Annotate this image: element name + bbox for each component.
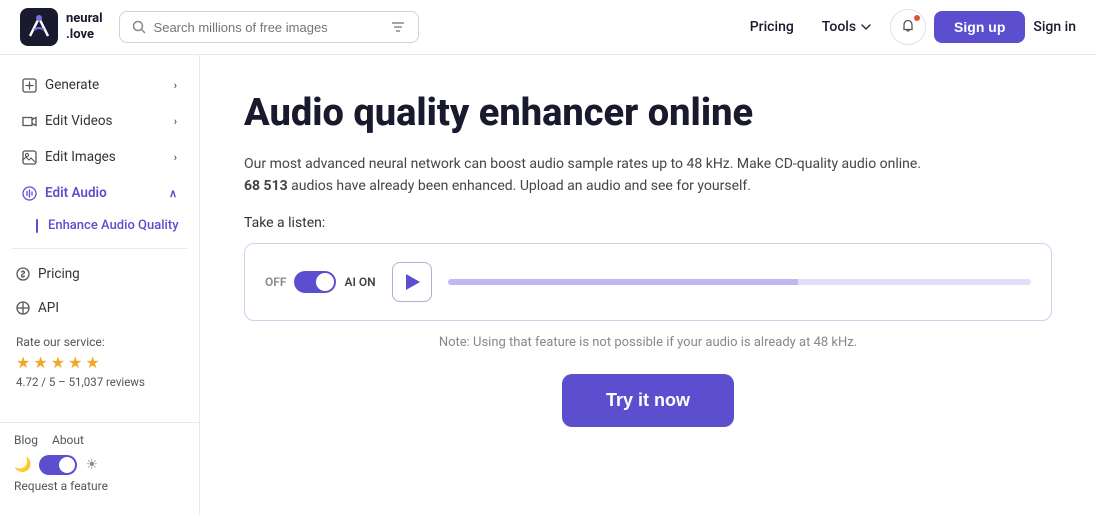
api-icon [16, 301, 30, 315]
rate-label: Rate our service: [16, 335, 183, 349]
top-nav: neural.love Pricing Tools [0, 0, 1096, 55]
logo[interactable]: neural.love [20, 8, 103, 46]
signup-button[interactable]: Sign up [934, 11, 1025, 43]
sidebar-item-pricing[interactable]: Pricing [0, 257, 199, 291]
sidebar-item-edit-audio[interactable]: Edit Audio ∧ [6, 176, 193, 210]
sidebar-item-api[interactable]: API [0, 291, 199, 325]
page-description: Our most advanced neural network can boo… [244, 153, 1004, 198]
star-rating: ★ ★ ★ ★ ★ [16, 353, 183, 372]
sidebar-item-generate[interactable]: Generate › [6, 68, 193, 102]
audio-icon [22, 186, 37, 201]
sidebar-item-edit-videos[interactable]: Edit Videos › [6, 104, 193, 138]
chevron-icon: › [174, 115, 177, 128]
toggle-knob [316, 273, 334, 291]
moon-icon: 🌙 [14, 457, 31, 473]
sun-icon: ☀ [85, 457, 98, 473]
notifications-button[interactable] [890, 9, 926, 45]
chevron-icon: › [174, 79, 177, 92]
sidebar-item-edit-images[interactable]: Edit Images › [6, 140, 193, 174]
chevron-down-icon [860, 21, 872, 33]
video-icon [22, 114, 37, 129]
about-link[interactable]: About [52, 433, 84, 447]
sidebar-divider [12, 248, 187, 249]
search-bar [119, 11, 419, 43]
audio-waveform [448, 279, 1031, 285]
nav-right: Pricing Tools Sign up Sign in [740, 9, 1076, 45]
toggle-knob [59, 457, 75, 473]
off-label: OFF [265, 275, 286, 289]
bell-icon [900, 19, 916, 35]
theme-controls: 🌙 ☀ [14, 455, 185, 475]
nav-tools[interactable]: Tools [812, 13, 882, 41]
image-icon [22, 150, 37, 165]
chevron-down-icon: ∧ [169, 187, 177, 200]
ai-on-label: AI ON [344, 275, 375, 289]
sidebar-links: Blog About [14, 433, 185, 447]
play-button[interactable] [392, 262, 432, 302]
generate-icon [22, 78, 37, 93]
audio-player-card: OFF AI ON [244, 243, 1052, 321]
main-content: Audio quality enhancer online Our most a… [200, 55, 1096, 515]
sidebar: Generate › Edit Videos › Edit Images › [0, 55, 200, 515]
ai-toggle-group: OFF AI ON [265, 271, 376, 293]
notification-dot [913, 14, 921, 22]
try-it-now-button[interactable]: Try it now [562, 374, 734, 427]
play-icon [406, 274, 420, 290]
search-icon [132, 20, 146, 34]
note-text: Note: Using that feature is not possible… [244, 335, 1052, 350]
ai-toggle[interactable] [294, 271, 336, 293]
search-input[interactable] [154, 20, 382, 35]
rate-section: Rate our service: ★ ★ ★ ★ ★ 4.72 / 5 – 5… [0, 325, 199, 399]
page-title: Audio quality enhancer online [244, 91, 1052, 137]
signin-link[interactable]: Sign in [1033, 19, 1076, 35]
sidebar-sub-item-enhance-audio[interactable]: Enhance Audio Quality [0, 211, 199, 240]
theme-toggle[interactable] [39, 455, 77, 475]
nav-pricing[interactable]: Pricing [740, 13, 804, 41]
pricing-icon [16, 267, 30, 281]
chevron-icon: › [174, 151, 177, 164]
request-feature-link[interactable]: Request a feature [14, 475, 185, 493]
logo-text: neural.love [66, 11, 103, 42]
take-listen-label: Take a listen: [244, 215, 1052, 231]
sidebar-bottom: Blog About 🌙 ☀ Request a feature [0, 422, 199, 503]
blog-link[interactable]: Blog [14, 433, 38, 447]
audio-count: 68 513 [244, 178, 288, 194]
body-area: Generate › Edit Videos › Edit Images › [0, 55, 1096, 515]
filter-icon[interactable] [390, 19, 406, 35]
rating-text: 4.72 / 5 – 51,037 reviews [16, 375, 183, 389]
